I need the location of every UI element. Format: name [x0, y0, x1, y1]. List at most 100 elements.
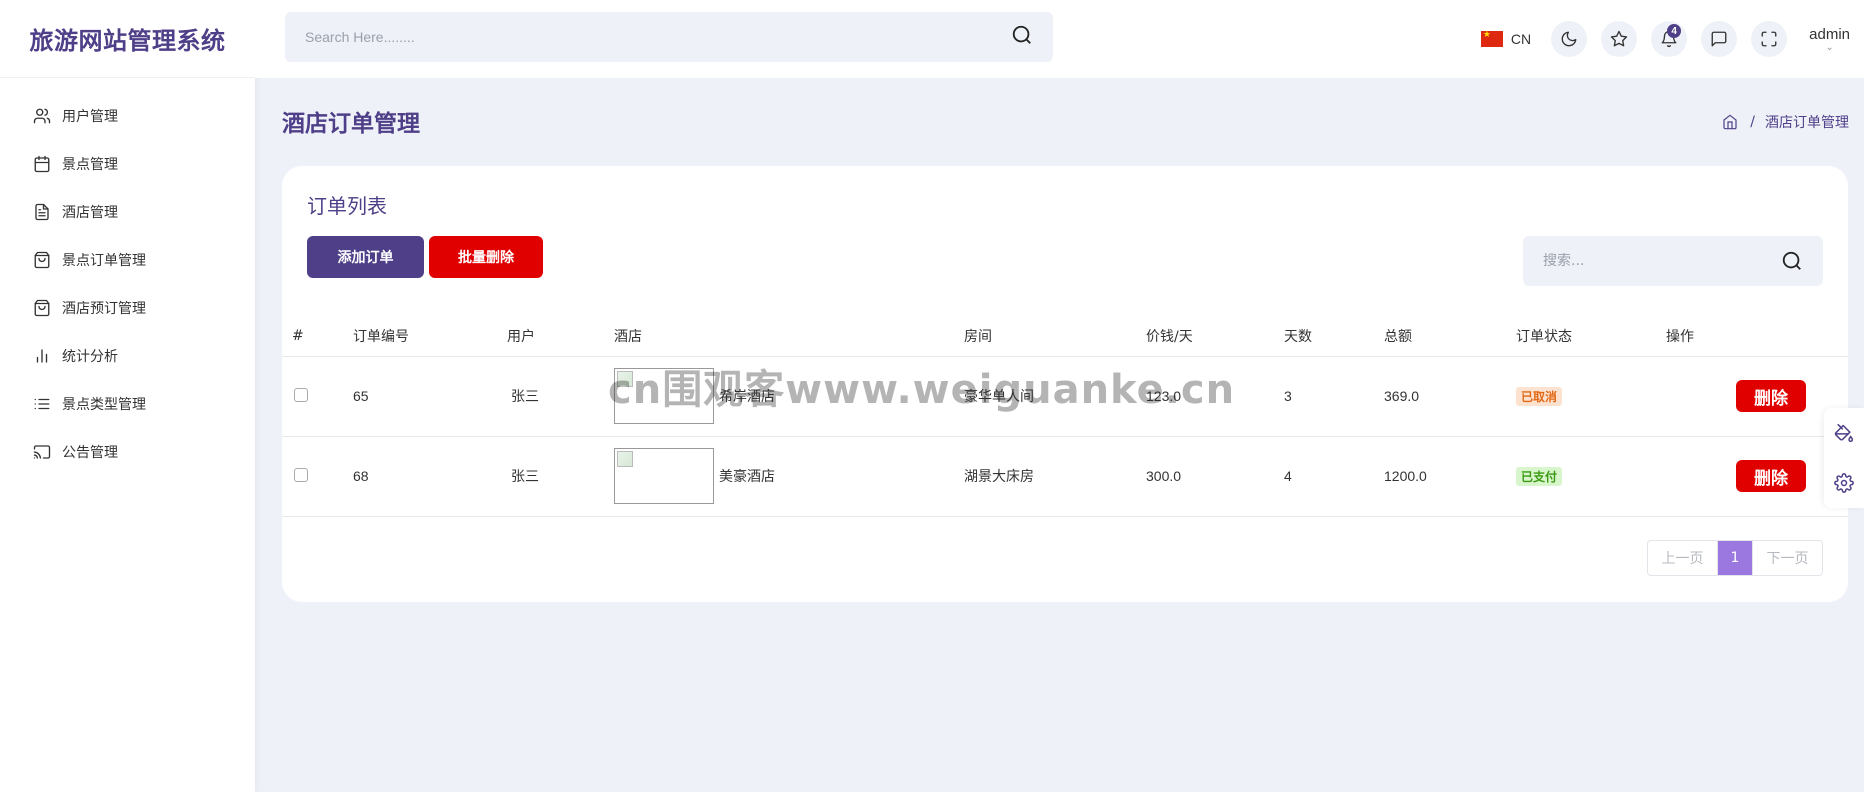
messages-button[interactable] [1701, 21, 1738, 57]
page-number-button[interactable]: 1 [1718, 541, 1752, 575]
order-status-cell: 已支付 [1516, 436, 1666, 517]
batch-delete-button[interactable]: 批量删除 [429, 236, 543, 278]
column-header-room: 房间 [964, 316, 1146, 357]
shopping-bag-icon [33, 251, 51, 269]
column-header-actions: 操作 [1666, 316, 1848, 357]
header-actions: CN 4 admin ⌄ [1480, 0, 1864, 78]
moon-icon [1561, 31, 1577, 47]
table-header-row: # 订单编号 用户 酒店 房间 价钱/天 天数 总额 订单状态 操作 [282, 316, 1848, 357]
column-header-hotel: 酒店 [614, 316, 964, 357]
delete-button[interactable]: 删除 [1736, 380, 1806, 412]
sidebar-item-statistics[interactable]: 统计分析 [0, 332, 255, 380]
breadcrumb-current: 酒店订单管理 [1765, 115, 1849, 131]
delete-button[interactable]: 删除 [1736, 460, 1806, 492]
sidebar-item-users[interactable]: 用户管理 [0, 92, 255, 140]
orders-table: # 订单编号 用户 酒店 房间 价钱/天 天数 总额 订单状态 操作 65 张三 [282, 316, 1848, 517]
notifications-button[interactable]: 4 [1651, 21, 1688, 57]
theme-paint-button[interactable] [1824, 408, 1864, 458]
add-order-button[interactable]: 添加订单 [307, 236, 424, 278]
hotel-image [614, 448, 714, 504]
order-actions-cell: 删除 [1666, 436, 1848, 517]
hotel-image [614, 368, 714, 424]
order-actions-cell: 删除 [1666, 356, 1848, 437]
settings-button[interactable] [1824, 458, 1864, 508]
order-list-card: 订单列表 添加订单 批量删除 # 订单编号 用户 酒店 房间 价钱/天 天数 总… [282, 166, 1848, 602]
table-row: 65 张三 希岸酒店 豪华单人间 123.0 3 369.0 已取消 删除 [282, 356, 1848, 437]
language-label: CN [1510, 31, 1532, 47]
order-user: 张三 [507, 436, 614, 517]
gear-icon [1834, 473, 1854, 493]
sidebar-item-attraction-orders[interactable]: 景点订单管理 [0, 236, 255, 284]
column-header-index: # [282, 316, 353, 357]
user-menu[interactable]: admin ⌄ [1809, 26, 1850, 53]
row-checkbox[interactable] [294, 387, 308, 402]
order-days: 3 [1284, 356, 1384, 437]
order-status-cell: 已取消 [1516, 356, 1666, 437]
sidebar-item-label: 景点类型管理 [62, 397, 146, 413]
order-total: 369.0 [1384, 356, 1516, 437]
order-room: 豪华单人间 [964, 356, 1146, 437]
column-header-price: 价钱/天 [1146, 316, 1284, 357]
order-price: 123.0 [1146, 356, 1284, 437]
row-checkbox[interactable] [294, 467, 308, 482]
next-page-button[interactable]: 下一页 [1752, 541, 1822, 575]
table-search [1523, 236, 1823, 286]
status-badge: 已支付 [1516, 466, 1563, 486]
message-square-icon [1711, 31, 1727, 47]
calendar-icon [33, 155, 51, 173]
page-title: 酒店订单管理 [282, 111, 420, 137]
column-header-days: 天数 [1284, 316, 1384, 357]
column-header-user: 用户 [507, 316, 614, 357]
search-icon[interactable] [1011, 24, 1033, 50]
prev-page-button[interactable]: 上一页 [1648, 541, 1718, 575]
order-id: 68 [353, 436, 507, 517]
order-id: 65 [353, 356, 507, 437]
sidebar-item-label: 景点订单管理 [62, 253, 146, 269]
breadcrumb: / 酒店订单管理 [1722, 112, 1849, 132]
brand-title[interactable]: 旅游网站管理系统 [0, 0, 255, 78]
china-flag-icon [1480, 29, 1503, 47]
top-header: CN 4 admin ⌄ [255, 0, 1864, 78]
order-hotel-cell: 希岸酒店 [614, 356, 964, 437]
paint-bucket-icon [1834, 423, 1854, 443]
dark-mode-button[interactable] [1551, 21, 1588, 57]
users-icon [33, 107, 51, 125]
sidebar-item-label: 用户管理 [62, 109, 118, 125]
language-selector[interactable]: CN [1480, 29, 1532, 47]
chevron-down-icon: ⌄ [1825, 41, 1834, 53]
star-icon [1610, 30, 1628, 47]
sidebar-item-label: 统计分析 [62, 349, 118, 365]
search-icon[interactable] [1781, 250, 1803, 272]
fullscreen-button[interactable] [1751, 21, 1788, 57]
sidebar-item-label: 酒店管理 [62, 205, 118, 221]
card-title: 订单列表 [307, 194, 387, 218]
row-checkbox-cell [282, 356, 353, 437]
bar-chart-icon [33, 347, 51, 365]
table-row: 68 张三 美豪酒店 湖景大床房 300.0 4 1200.0 已支付 删除 [282, 436, 1848, 517]
floating-toolbar [1824, 408, 1864, 508]
table-search-input[interactable] [1543, 253, 1781, 269]
global-search [285, 12, 1053, 62]
sidebar-item-label: 酒店预订管理 [62, 301, 146, 317]
column-header-status: 订单状态 [1516, 316, 1666, 357]
sidebar-item-attractions[interactable]: 景点管理 [0, 140, 255, 188]
breadcrumb-separator: / [1750, 114, 1755, 130]
sidebar-item-announcements[interactable]: 公告管理 [0, 428, 255, 476]
sidebar-item-attraction-types[interactable]: 景点类型管理 [0, 380, 255, 428]
sidebar-menu: 用户管理 景点管理 酒店管理 景点订单管理 酒店预订管理 统计分析 景点类型管理 [0, 78, 255, 476]
sidebar-item-hotel-bookings[interactable]: 酒店预订管理 [0, 284, 255, 332]
order-days: 4 [1284, 436, 1384, 517]
home-icon[interactable] [1722, 114, 1738, 130]
order-user: 张三 [507, 356, 614, 437]
sidebar-item-hotels[interactable]: 酒店管理 [0, 188, 255, 236]
cast-icon [33, 443, 51, 461]
sidebar: 旅游网站管理系统 用户管理 景点管理 酒店管理 景点订单管理 酒店预订管理 统计… [0, 0, 255, 792]
order-hotel: 希岸酒店 [719, 389, 775, 405]
order-price: 300.0 [1146, 436, 1284, 517]
file-icon [33, 203, 51, 221]
column-header-total: 总额 [1384, 316, 1516, 357]
favorites-button[interactable] [1601, 21, 1638, 57]
global-search-input[interactable] [305, 29, 1011, 45]
status-badge: 已取消 [1516, 386, 1563, 406]
column-header-order-no: 订单编号 [353, 316, 507, 357]
